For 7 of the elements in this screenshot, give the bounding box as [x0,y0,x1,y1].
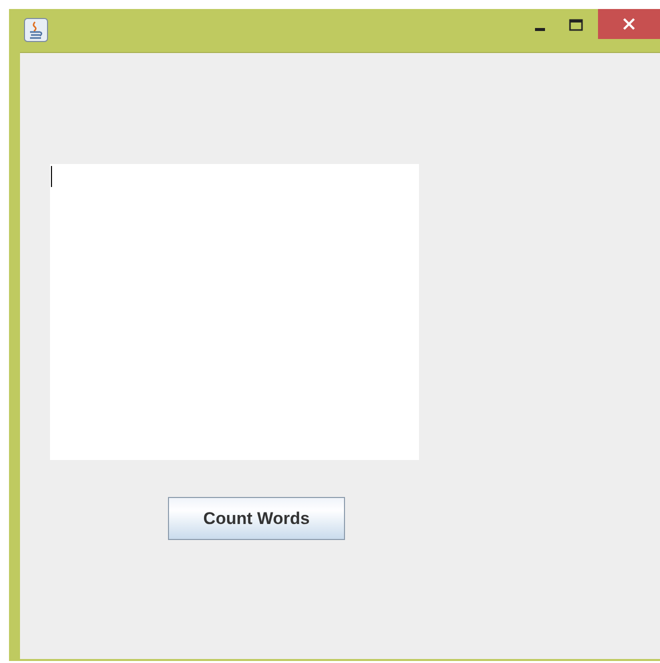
count-words-button[interactable]: Count Words [168,497,345,540]
maximize-icon [569,19,583,31]
close-button[interactable] [598,9,660,39]
minimize-icon [535,28,545,30]
coffee-cup-icon [24,18,48,42]
close-icon [622,17,636,31]
text-caret [51,166,52,187]
